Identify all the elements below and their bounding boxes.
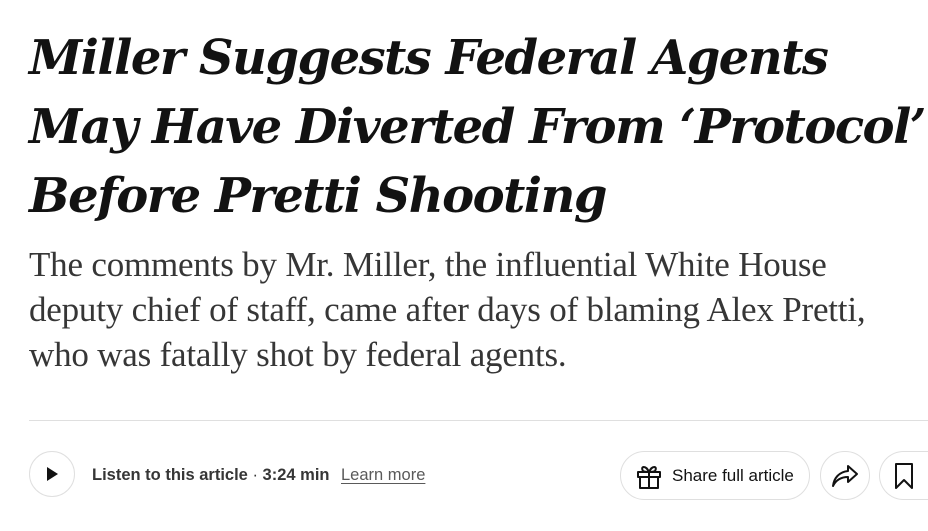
- divider: [29, 420, 928, 421]
- article-summary: The comments by Mr. Miller, the influent…: [29, 245, 866, 374]
- share-full-article-label: Share full article: [672, 465, 794, 485]
- share-button[interactable]: [820, 451, 870, 500]
- share-arrow-icon: [830, 463, 860, 489]
- save-button[interactable]: [879, 451, 928, 500]
- article-header: Miller Suggests Federal Agents May Have …: [0, 0, 928, 531]
- bookmark-icon: [893, 462, 915, 490]
- play-audio-button[interactable]: [29, 451, 75, 497]
- audio-duration: 3:24 min: [262, 466, 330, 484]
- share-full-article-button[interactable]: Share full article: [620, 451, 810, 500]
- article-headline: Miller Suggests Federal Agents May Have …: [29, 30, 927, 224]
- listen-info: Listen to this article · 3:24 min: [92, 464, 330, 486]
- listen-separator: ·: [247, 466, 263, 484]
- gift-icon: [635, 462, 663, 490]
- learn-more-link[interactable]: Learn more: [341, 464, 425, 486]
- listen-label: Listen to this article: [92, 466, 248, 484]
- play-icon: [45, 466, 59, 482]
